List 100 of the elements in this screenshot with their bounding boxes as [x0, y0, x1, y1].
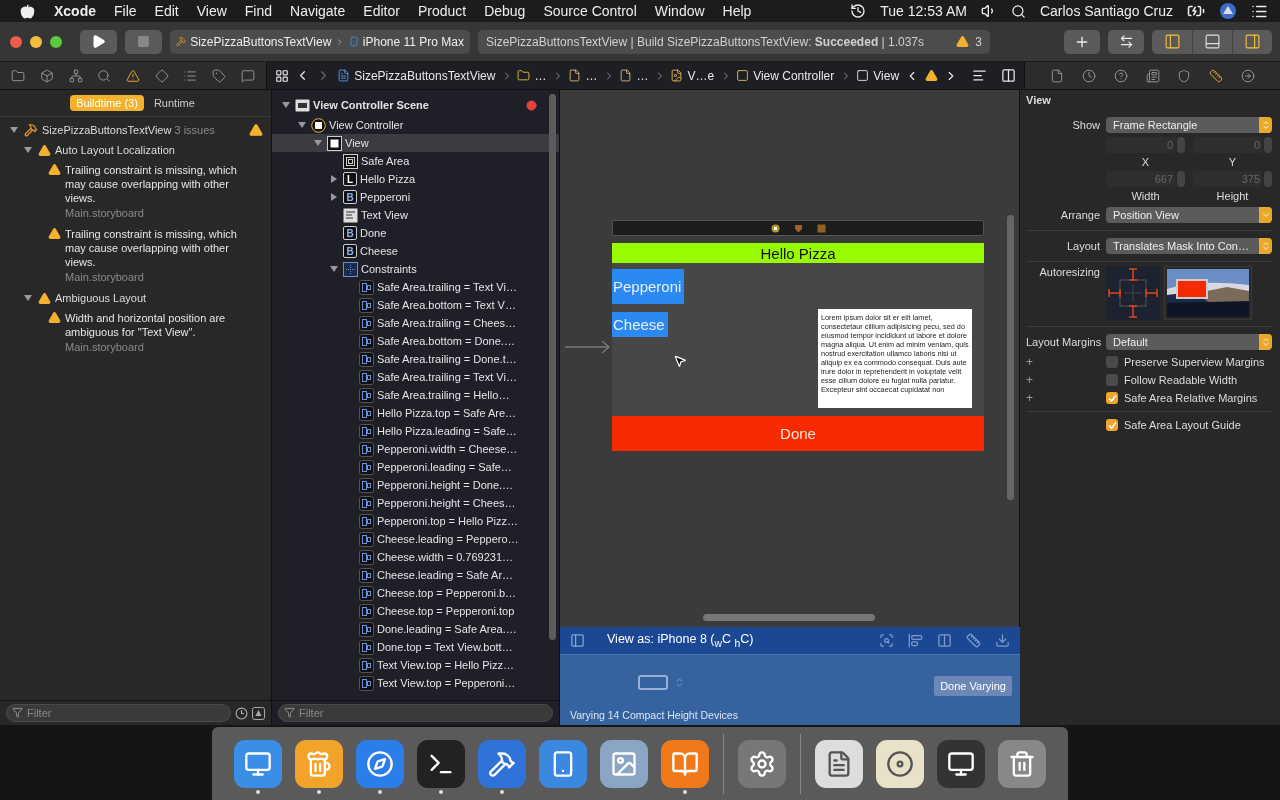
outline-row[interactable]: Pepperoni.width = Cheese…	[272, 440, 559, 458]
tab[interactable]: Runtime	[147, 95, 201, 111]
run-button[interactable]	[80, 29, 117, 54]
outline-row[interactable]: Safe Area.trailing = Hello…	[272, 386, 559, 404]
outline-row[interactable]: Hello Pizza.top = Safe Are…	[272, 404, 559, 422]
breadcrumb[interactable]: View Controller	[753, 68, 835, 83]
margins-popup[interactable]: Default	[1106, 334, 1272, 350]
outline-row[interactable]: Safe Area.trailing = Text Vi…	[272, 368, 559, 386]
checkbox[interactable]: Safe Area Relative Margins	[1106, 392, 1272, 404]
outline-row[interactable]: Text View	[272, 206, 559, 224]
speech-bubble-icon[interactable]	[240, 68, 255, 83]
outline-row[interactable]: Cheese.width = 0.769231…	[272, 548, 559, 566]
shield-icon[interactable]	[1177, 68, 1192, 83]
breadcrumb[interactable]: …	[585, 68, 598, 83]
warning-icon[interactable]	[126, 68, 141, 83]
add-variation-button[interactable]: +	[1026, 391, 1100, 405]
review-button[interactable]	[1108, 29, 1144, 54]
issue-item[interactable]: Width and horizontal position are ambiguous for "Text View". Main.storyboard	[8, 311, 263, 353]
warning-icon[interactable]	[925, 69, 939, 82]
resolve-icon[interactable]	[966, 633, 981, 648]
warning-filter-icon[interactable]	[252, 706, 265, 720]
filter-field[interactable]: Filter	[6, 704, 231, 722]
controller-icon[interactable]	[770, 223, 780, 233]
disclosure-triangle[interactable]	[331, 193, 337, 201]
disclosure-triangle[interactable]	[282, 102, 290, 108]
scheme-selector[interactable]: SizePizzaButtonsTextView iPhone 11 Pro Max	[170, 29, 470, 54]
monitor-icon[interactable]	[234, 739, 282, 788]
issue-item[interactable]: Trailing constraint is missing, which may cause overlapping with other views. Main.storyboard	[8, 227, 263, 283]
outline-row[interactable]: Safe Area.bottom = Text V…	[272, 296, 559, 314]
filter-field[interactable]: Filter	[278, 704, 553, 722]
embed-icon[interactable]	[995, 633, 1010, 648]
outline-row[interactable]: Safe Area.trailing = Done.t…	[272, 350, 559, 368]
terminal-icon[interactable]	[417, 739, 465, 788]
clock-icon[interactable]	[1081, 68, 1096, 83]
device-orientation-icon[interactable]	[638, 674, 668, 690]
hammer-icon[interactable]	[478, 739, 526, 788]
apple-icon[interactable]	[20, 3, 35, 19]
split-editor-icon[interactable]	[1001, 68, 1017, 83]
autoresizing-control[interactable]	[1106, 266, 1160, 320]
breadcrumb[interactable]: V…e	[687, 68, 715, 83]
menu-item[interactable]: Editor	[354, 3, 409, 19]
gear-icon[interactable]	[738, 739, 786, 788]
checkbox[interactable]: Follow Readable Width	[1106, 374, 1272, 386]
book-icon[interactable]	[661, 739, 709, 788]
outline-row[interactable]: L Hello Pizza	[272, 170, 559, 188]
menu-item[interactable]: Help	[713, 3, 761, 19]
clock-icon[interactable]	[235, 706, 248, 720]
outline-row[interactable]: Safe Area.bottom = Done.…	[272, 332, 559, 350]
folder-icon[interactable]	[11, 68, 26, 83]
zoom-button[interactable]	[50, 35, 62, 48]
menu-item[interactable]: View	[187, 3, 236, 19]
breadcrumb[interactable]: …	[534, 68, 547, 83]
hierarchy-icon[interactable]	[68, 68, 83, 83]
arrange-popup[interactable]: Position View	[1106, 207, 1272, 223]
file-icon[interactable]	[1050, 68, 1064, 83]
exit-icon[interactable]	[816, 223, 826, 233]
outline-row[interactable]: Pepperoni.height = Done.…	[272, 476, 559, 494]
sidebar-icon[interactable]	[570, 633, 585, 648]
outline-row[interactable]: Pepperoni.top = Hello Pizz…	[272, 512, 559, 530]
outline-row[interactable]: Cheese.top = Pepperoni.top	[272, 602, 559, 620]
breadcrumb[interactable]: …	[636, 68, 649, 83]
outline-row[interactable]: Cheese.top = Pepperoni.b…	[272, 584, 559, 602]
remove-icon[interactable]	[526, 99, 537, 111]
disclosure-triangle[interactable]	[10, 127, 18, 133]
disclosure-triangle[interactable]	[24, 147, 32, 153]
arrow-circle-icon[interactable]	[1241, 68, 1256, 83]
menu-item[interactable]: Xcode	[45, 3, 105, 19]
menu-item[interactable]: Navigate	[281, 3, 355, 19]
clock-text[interactable]: Tue 12:53 AM	[880, 3, 967, 19]
scrollbar-thumb[interactable]	[549, 94, 556, 640]
user-name[interactable]: Carlos Santiago Cruz	[1039, 3, 1173, 19]
help-icon[interactable]	[1113, 68, 1128, 83]
outline-row[interactable]: Cheese.leading = Safe Ar…	[272, 566, 559, 584]
outline-row[interactable]: Hello Pizza.leading = Safe…	[272, 422, 559, 440]
close-button[interactable]	[10, 35, 22, 48]
done-varying-button[interactable]: Done Varying	[934, 676, 1012, 696]
globe-icon[interactable]	[1219, 2, 1237, 20]
id-card-icon[interactable]	[1145, 68, 1160, 83]
outline-row[interactable]: View Controller Scene	[272, 94, 559, 116]
breadcrumb[interactable]: SizePizzaButtonsTextView	[354, 68, 496, 83]
layout-popup[interactable]: Translates Mask Into Con…	[1106, 238, 1272, 254]
compass-icon[interactable]	[356, 739, 404, 788]
scrollbar-thumb[interactable]	[703, 614, 875, 621]
add-variation-button[interactable]: +	[1026, 373, 1100, 387]
outline-row[interactable]: B Pepperoni	[272, 188, 559, 206]
warning-icon[interactable]	[956, 35, 970, 48]
outline-row[interactable]: Safe Area.trailing = Text Vi…	[272, 278, 559, 296]
outline-row[interactable]: View Controller	[272, 116, 559, 134]
library-button[interactable]	[1064, 29, 1100, 54]
shield-icon[interactable]	[793, 223, 803, 233]
show-popup[interactable]: Frame Rectangle	[1106, 117, 1272, 133]
outline-row[interactable]: Done.top = Text View.bott…	[272, 638, 559, 656]
outline-row[interactable]: View	[272, 134, 559, 152]
related-items-icon[interactable]	[275, 68, 290, 83]
outline-row[interactable]: Text View.top = Pepperoni…	[272, 674, 559, 692]
stop-button[interactable]	[125, 29, 162, 54]
pin-icon[interactable]	[937, 633, 952, 648]
menu-item[interactable]: File	[105, 3, 146, 19]
document-icon[interactable]	[815, 739, 863, 788]
outline-row[interactable]: Cheese.leading = Peppero…	[272, 530, 559, 548]
